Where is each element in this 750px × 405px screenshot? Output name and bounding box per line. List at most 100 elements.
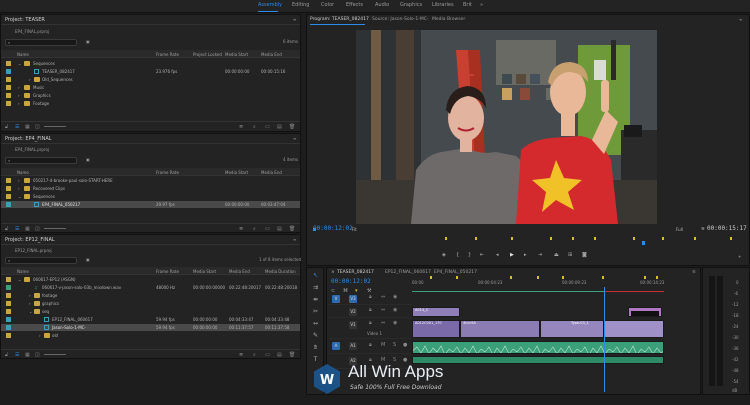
mute-icon[interactable]: M [381, 342, 385, 348]
new-bin-icon[interactable]: ▭ [265, 352, 270, 358]
workspace-tab-effects[interactable]: Effects [346, 2, 363, 8]
marker-icon[interactable] [644, 276, 646, 279]
sort-icon[interactable]: ≣ [239, 226, 243, 232]
list-item[interactable]: › footage [1, 292, 300, 299]
marker-icon[interactable] [430, 276, 432, 279]
add-marker-icon[interactable]: ◈ [442, 252, 446, 258]
mark-out-icon[interactable]: } [468, 252, 471, 258]
column-name[interactable]: Name [17, 52, 29, 57]
quality-dropdown[interactable]: Full [676, 227, 683, 232]
expand-arrow-icon[interactable]: › [18, 85, 20, 90]
sync-lock-icon[interactable]: ⇔ [381, 320, 385, 326]
marker-icon[interactable] [562, 276, 564, 279]
hand-tool-icon[interactable]: ✋︎ [311, 344, 320, 353]
list-item[interactable]: ⌄ Sequences [1, 193, 300, 200]
trash-icon[interactable]: 🗑︎ [289, 226, 295, 232]
zoom-slider[interactable] [44, 126, 66, 127]
new-item-icon[interactable]: ▤ [277, 124, 282, 130]
expand-arrow-icon[interactable]: ⌄ [18, 61, 21, 66]
list-item[interactable]: ♫ 060617-v-jason-solo-03b_mixdown.wav 4800… [1, 284, 300, 291]
lock-icon[interactable]: 🔒︎ [369, 294, 372, 300]
ripple-edit-tool-icon[interactable]: ⇹ [311, 296, 320, 305]
panel-menu-icon[interactable]: ≡ [293, 17, 296, 22]
search-input[interactable]: ⌕ [5, 39, 77, 46]
marker-icon[interactable] [510, 276, 512, 279]
list-item[interactable]: › Footage [1, 100, 300, 107]
lock-icon[interactable]: 🔒︎ [369, 342, 372, 348]
column-media-start[interactable]: Media Start [193, 269, 216, 274]
marker-icon[interactable] [456, 276, 458, 279]
video-preview[interactable] [356, 30, 657, 224]
freeform-view-icon[interactable]: ◫ [35, 226, 40, 232]
source-patch-a[interactable]: A [332, 342, 340, 350]
timeline-timecode[interactable]: 00:00:12:02 [331, 278, 371, 285]
list-item[interactable]: › Old_Sequences [1, 76, 300, 83]
list-item[interactable]: › Recovered Clips [1, 185, 300, 192]
tab-program[interactable]: Program: TEASER_082417 [310, 17, 369, 22]
list-item[interactable]: › Graphics [1, 92, 300, 99]
video-clip[interactable] [604, 320, 664, 338]
trash-icon[interactable]: 🗑︎ [289, 124, 295, 130]
expand-arrow-icon[interactable]: › [29, 293, 31, 298]
marker-icon[interactable] [594, 237, 596, 240]
track-target-a1[interactable]: A1 [349, 342, 357, 350]
find-icon[interactable]: ⌕ [253, 352, 256, 358]
new-bin-icon[interactable]: ▣ [86, 157, 90, 162]
workspace-tab-editing[interactable]: Editing [292, 2, 309, 8]
list-item[interactable]: EP4_FINAL_050217 29.97 fps 00:00:00:00 00:0… [1, 201, 300, 208]
track-select-tool-icon[interactable]: ⇉ [311, 284, 320, 293]
solo-icon[interactable]: S [393, 342, 396, 348]
monitor-playhead[interactable] [642, 241, 645, 245]
video-clip[interactable]: A014_C [412, 307, 460, 317]
mic-icon[interactable]: ● [403, 342, 407, 348]
lock-icon[interactable]: 🔒︎ [369, 307, 372, 313]
panel-menu-icon[interactable]: ≡ [293, 136, 296, 141]
video-clip[interactable]: Type-03_1 [540, 320, 604, 338]
slip-tool-icon[interactable]: ↔ [311, 320, 320, 329]
icon-view-icon[interactable]: ▦ [25, 124, 30, 130]
sort-icon[interactable]: ≣ [239, 124, 243, 130]
expand-arrow-icon[interactable]: › [18, 93, 20, 98]
find-icon[interactable]: ⌕ [253, 226, 256, 232]
list-item[interactable]: ⌄ 060617-EP12 (ASGN) [1, 276, 300, 283]
list-item[interactable]: › old [1, 332, 300, 339]
marker-icon[interactable] [662, 237, 664, 240]
list-item[interactable]: EP12_FINAL_060617 59.94 fps 00:00:00:00 00:… [1, 316, 300, 323]
expand-arrow-icon[interactable]: ⌄ [29, 309, 32, 314]
tab-ep4-sequence[interactable]: EP4_FINAL_050217 [434, 270, 477, 275]
workspace-tab-graphics[interactable]: Graphics [400, 2, 422, 8]
marker-icon[interactable] [730, 237, 732, 240]
list-view-icon[interactable]: ☰ [15, 124, 19, 130]
pen-tool-icon[interactable]: ✎ [311, 332, 320, 341]
search-input[interactable]: ⌕ [5, 257, 77, 264]
freeform-view-icon[interactable]: ◫ [35, 124, 40, 130]
marker-icon[interactable] [602, 276, 604, 279]
list-item[interactable]: Jason-Solo-1-MC- 59.94 fps 00:00:00:00 00:1… [1, 324, 300, 331]
zoom-slider[interactable] [44, 354, 66, 355]
timeline-playhead[interactable] [604, 287, 605, 392]
extract-icon[interactable]: ⊞ [568, 252, 572, 258]
marker-icon[interactable] [656, 276, 658, 279]
workspace-tab-libraries[interactable]: Libraries [432, 2, 454, 8]
panel-menu-icon[interactable]: ≡ [692, 270, 696, 275]
eye-icon[interactable]: ◉ [393, 307, 397, 313]
expand-arrow-icon[interactable]: › [29, 77, 31, 82]
expand-arrow-icon[interactable]: › [39, 333, 41, 338]
step-forward-icon[interactable]: ▸ [524, 252, 527, 258]
razor-tool-icon[interactable]: ✂ [311, 308, 320, 317]
play-icon[interactable]: ▶ [510, 252, 514, 258]
search-input[interactable]: ⌕ [5, 157, 77, 164]
tab-ep12-sequence[interactable]: EP12_FINAL_060617 [385, 270, 431, 275]
list-item[interactable]: › graphics [1, 300, 300, 307]
list-view-icon[interactable]: ☰ [15, 226, 19, 232]
expand-arrow-icon[interactable]: ⌄ [18, 277, 21, 282]
panel-menu-icon[interactable]: ≡ [739, 17, 742, 22]
marker-icon[interactable] [475, 237, 477, 240]
column-media-end[interactable]: Media End [261, 170, 282, 175]
new-bin-icon[interactable]: ▭ [265, 124, 270, 130]
new-bin-icon[interactable]: ▣ [86, 39, 90, 44]
new-item-icon[interactable]: ▤ [277, 352, 282, 358]
track-target-v3[interactable]: V3 [349, 295, 357, 303]
marker-icon[interactable] [572, 237, 574, 240]
column-media-end[interactable]: Media End [261, 52, 282, 57]
